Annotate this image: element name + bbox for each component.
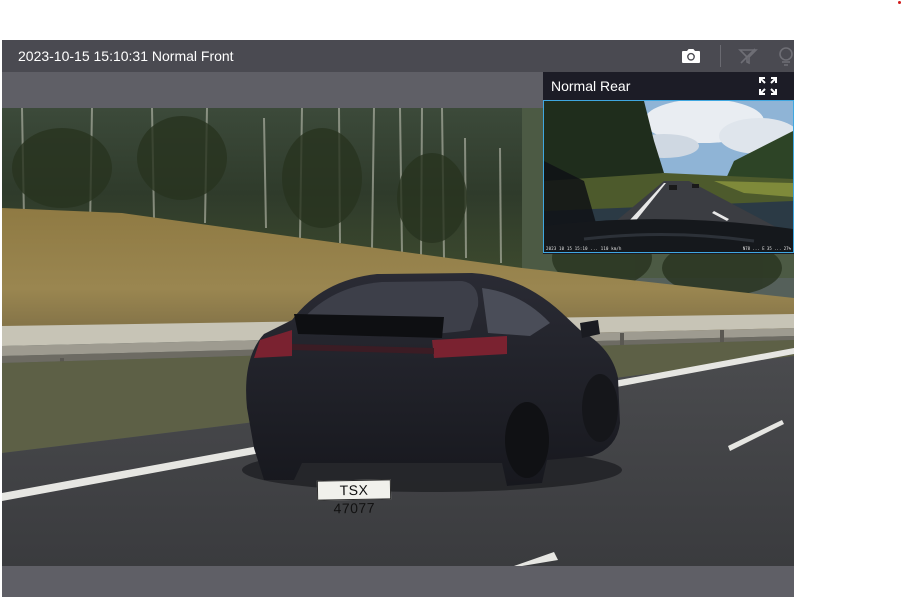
rear-camera-pip[interactable]: Normal Rear 2023 10 15 15:10 ... 110 km/… [543, 72, 794, 254]
rear-video-title: Normal Rear [551, 78, 631, 94]
toolbar-separator [720, 45, 721, 67]
license-plate: TSX 47077 [316, 479, 392, 516]
app-root: 2023-10-15 15:10:31 Normal Front TSX 470… [0, 0, 904, 597]
rear-osd-gps: N78 ... E 35 ... 27% [742, 246, 791, 251]
rear-pip-header: Normal Rear [543, 72, 794, 100]
dashcam-player: 2023-10-15 15:10:31 Normal Front TSX 470… [2, 40, 794, 597]
fullscreen-icon [759, 77, 777, 95]
rear-camera-video[interactable]: 2023 10 15 15:10 ... 110 km/h N78 ... E … [543, 100, 794, 253]
camera-icon [682, 49, 700, 63]
snapshot-button[interactable] [679, 44, 703, 68]
notification-dot [898, 1, 901, 4]
rear-video-frame [544, 101, 793, 252]
front-video-title: 2023-10-15 15:10:31 Normal Front [18, 48, 234, 64]
eye-off-icon [779, 47, 793, 66]
rear-osd-timestamp: 2023 10 15 15:10 ... 110 km/h [546, 246, 622, 251]
hide-rear-button[interactable] [774, 44, 794, 68]
flip-button[interactable] [736, 44, 760, 68]
flip-icon [738, 48, 758, 65]
player-toolbar: 2023-10-15 15:10:31 Normal Front [2, 40, 794, 72]
rear-fullscreen-button[interactable] [757, 75, 779, 97]
